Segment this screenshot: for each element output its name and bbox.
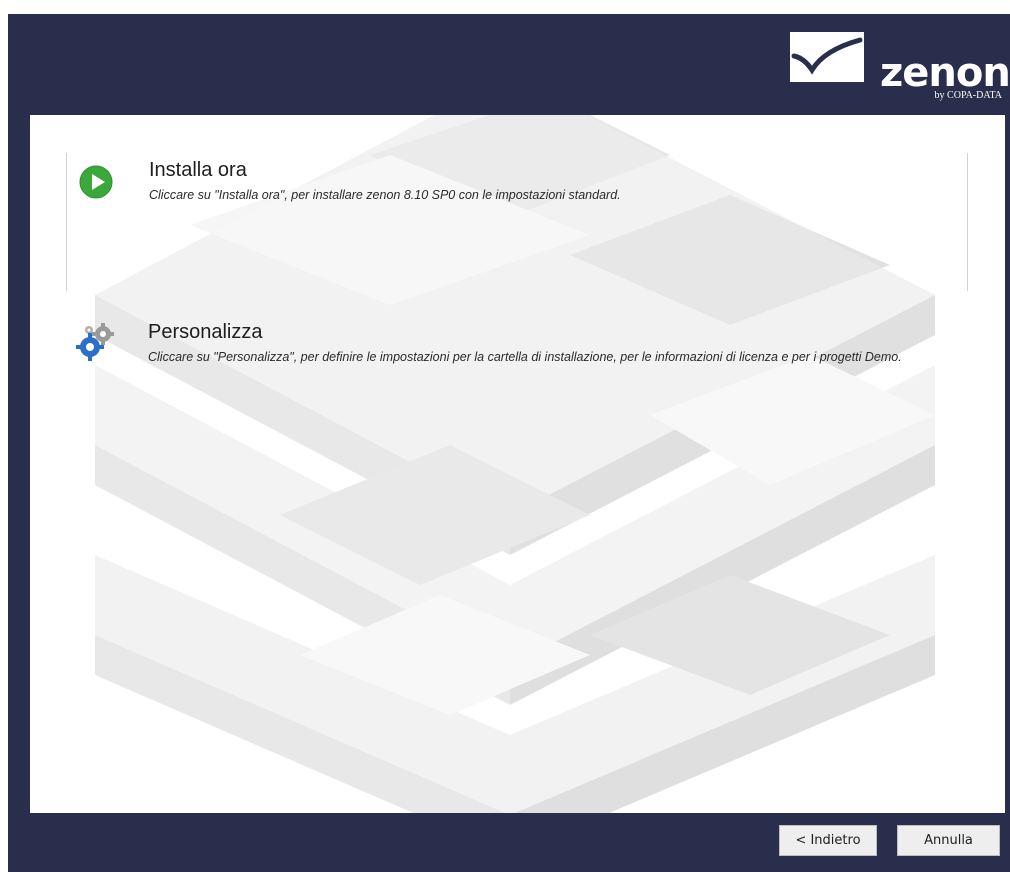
gears-icon (76, 321, 116, 361)
install-now-description: Cliccare su "Installa ora", per installa… (149, 188, 621, 202)
zenon-logo: zenon by COPA-DATA (790, 32, 1010, 104)
zenon-checkmark-logo-icon (790, 32, 864, 82)
customize-description: Cliccare su "Personalizza", per definire… (148, 350, 902, 364)
play-icon (79, 165, 113, 199)
logo-subtitle: by COPA-DATA (934, 90, 1002, 101)
customize-option[interactable]: Personalizza Cliccare su "Personalizza",… (66, 315, 966, 395)
installer-window: zenon by COPA-DATA Installa ora Cliccare… (8, 14, 1010, 872)
content-panel: Installa ora Cliccare su "Installa ora",… (30, 115, 1005, 813)
cancel-button[interactable]: Annulla (897, 825, 1000, 856)
install-now-title: Installa ora (149, 159, 247, 181)
customize-title: Personalizza (148, 321, 263, 343)
install-now-option[interactable]: Installa ora Cliccare su "Installa ora",… (66, 153, 968, 291)
back-button[interactable]: < Indietro (779, 825, 877, 856)
